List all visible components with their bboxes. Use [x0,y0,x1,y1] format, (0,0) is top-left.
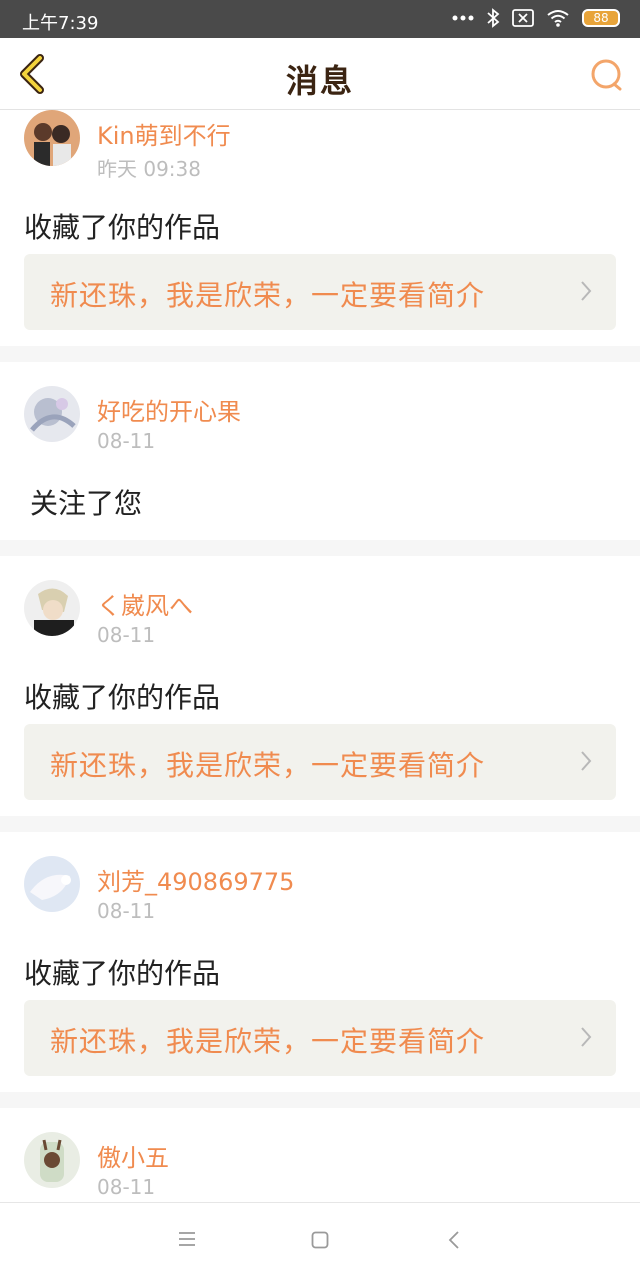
action-text: 关注了您 [30,487,143,520]
action-text: 收藏了你的作品 [24,211,221,244]
user-name[interactable]: 刘芳_490869775 [97,862,294,897]
no-sim-icon [512,9,534,27]
chevron-right-icon [580,1026,592,1052]
message-item[interactable]: Kin萌到不行 昨天 09:38 收藏了你的作品 新还珠，我是欣荣，一定要看简介 [0,110,640,346]
message-time: 昨天 09:38 [97,157,201,181]
user-name[interactable]: く崴风へ [97,586,193,621]
bluetooth-icon [486,8,500,28]
work-link[interactable]: 新还珠，我是欣荣，一定要看简介 [24,254,616,330]
search-icon [590,59,624,96]
avatar[interactable] [24,580,80,636]
work-link[interactable]: 新还珠，我是欣荣，一定要看简介 [24,724,616,800]
home-icon[interactable] [311,1231,329,1253]
page-title: 消息 [285,62,354,100]
message-time: 08-11 [97,899,156,923]
battery-indicator: 88 [582,9,620,27]
user-name[interactable]: 好吃的开心果 [97,392,241,427]
message-item[interactable]: 好吃的开心果 08-11 关注了您 [0,362,640,540]
message-list[interactable]: Kin萌到不行 昨天 09:38 收藏了你的作品 新还珠，我是欣荣，一定要看简介… [0,110,640,1202]
user-name[interactable]: Kin萌到不行 [97,116,231,151]
system-nav-bar [0,1202,640,1280]
user-name[interactable]: 傲小五 [97,1138,169,1173]
more-dots-icon [452,15,474,21]
message-item[interactable]: く崴风へ 08-11 收藏了你的作品 新还珠，我是欣荣，一定要看简介 [0,556,640,816]
work-link[interactable]: 新还珠，我是欣荣，一定要看简介 [24,1000,616,1076]
status-time: 上午7:39 [22,13,99,34]
wifi-icon [546,9,570,27]
chevron-right-icon [580,280,592,306]
chevron-right-icon [580,750,592,776]
avatar[interactable] [24,1132,80,1188]
status-icons: 88 [452,8,620,28]
app-header: 消息 [0,38,640,110]
message-time: 08-11 [97,429,156,453]
avatar[interactable] [24,110,80,166]
work-link-title: 新还珠，我是欣荣，一定要看简介 [50,279,486,312]
action-text: 收藏了你的作品 [24,957,221,990]
menu-icon[interactable] [178,1231,196,1251]
status-bar: 上午7:39 88 [0,0,640,38]
back-icon[interactable] [448,1231,460,1253]
search-button[interactable] [590,58,624,92]
avatar[interactable] [24,386,80,442]
message-time: 08-11 [97,1175,156,1199]
work-link-title: 新还珠，我是欣荣，一定要看简介 [50,749,486,782]
message-item[interactable]: 傲小五 08-11 [0,1108,640,1202]
message-item[interactable]: 刘芳_490869775 08-11 收藏了你的作品 新还珠，我是欣荣，一定要看… [0,832,640,1092]
avatar[interactable] [24,856,80,912]
message-time: 08-11 [97,623,156,647]
action-text: 收藏了你的作品 [24,681,221,714]
work-link-title: 新还珠，我是欣荣，一定要看简介 [50,1025,486,1058]
